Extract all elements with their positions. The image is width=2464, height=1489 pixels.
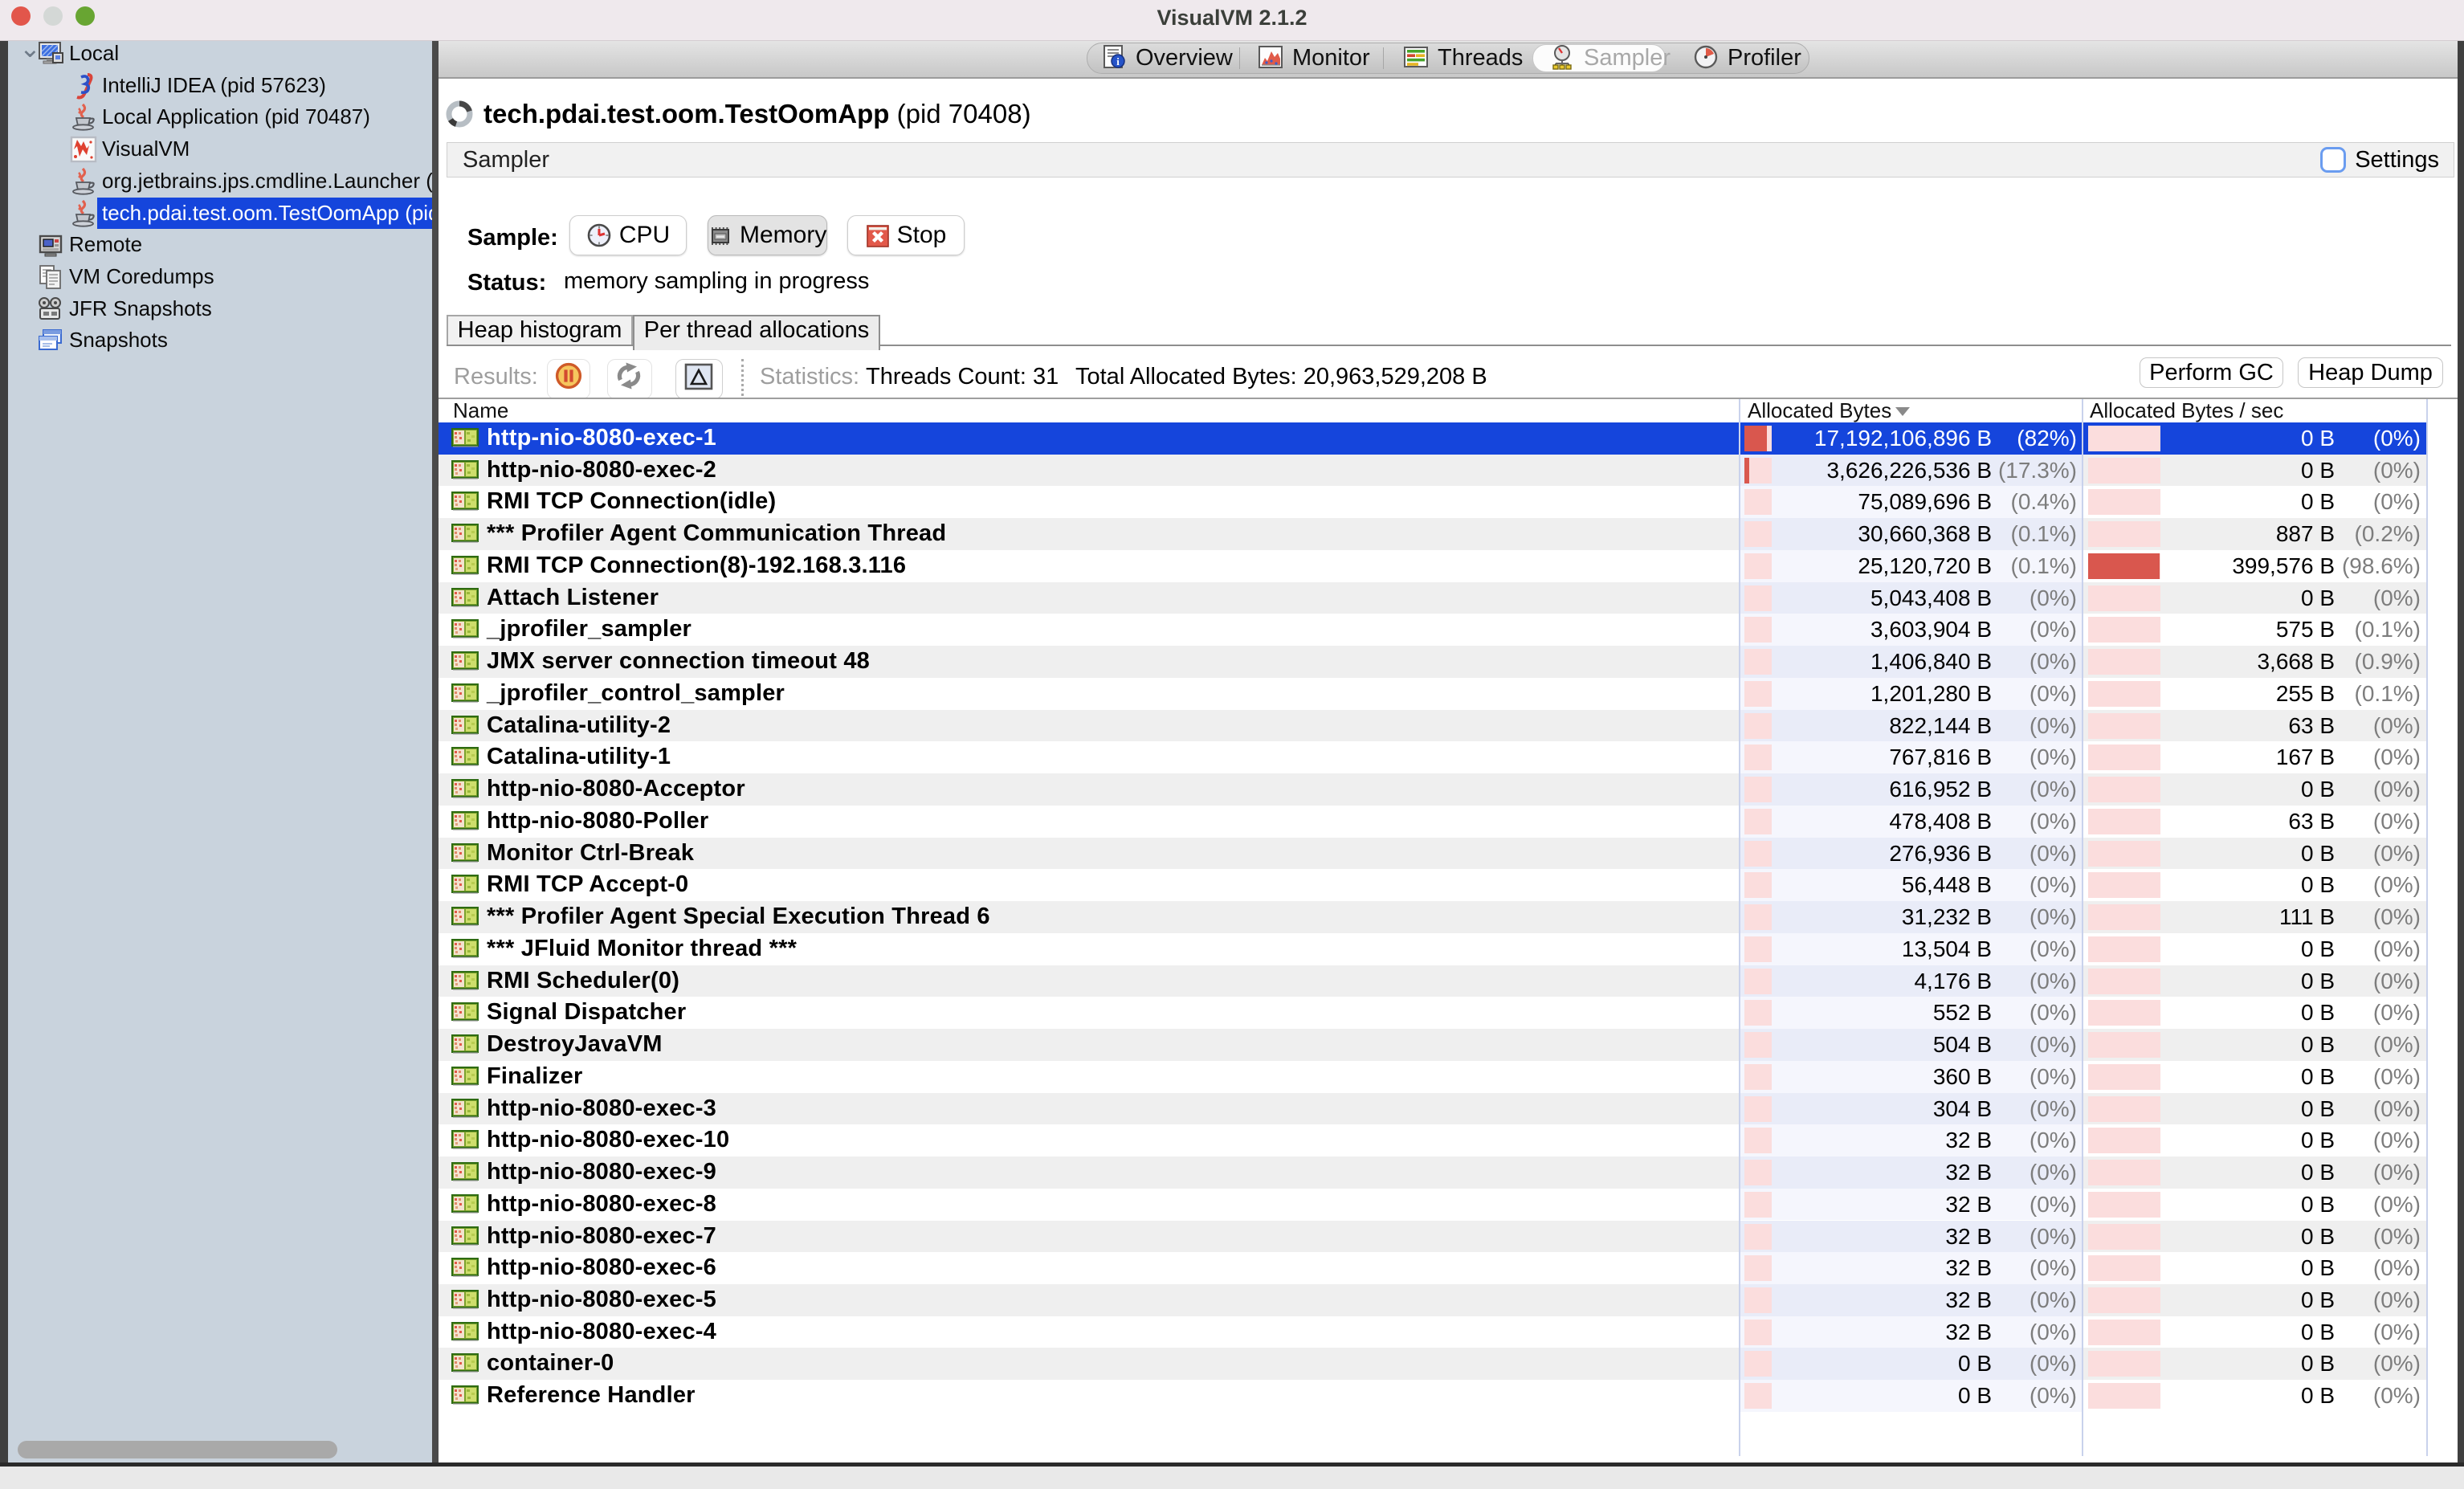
svg-text:i: i — [1116, 55, 1120, 67]
